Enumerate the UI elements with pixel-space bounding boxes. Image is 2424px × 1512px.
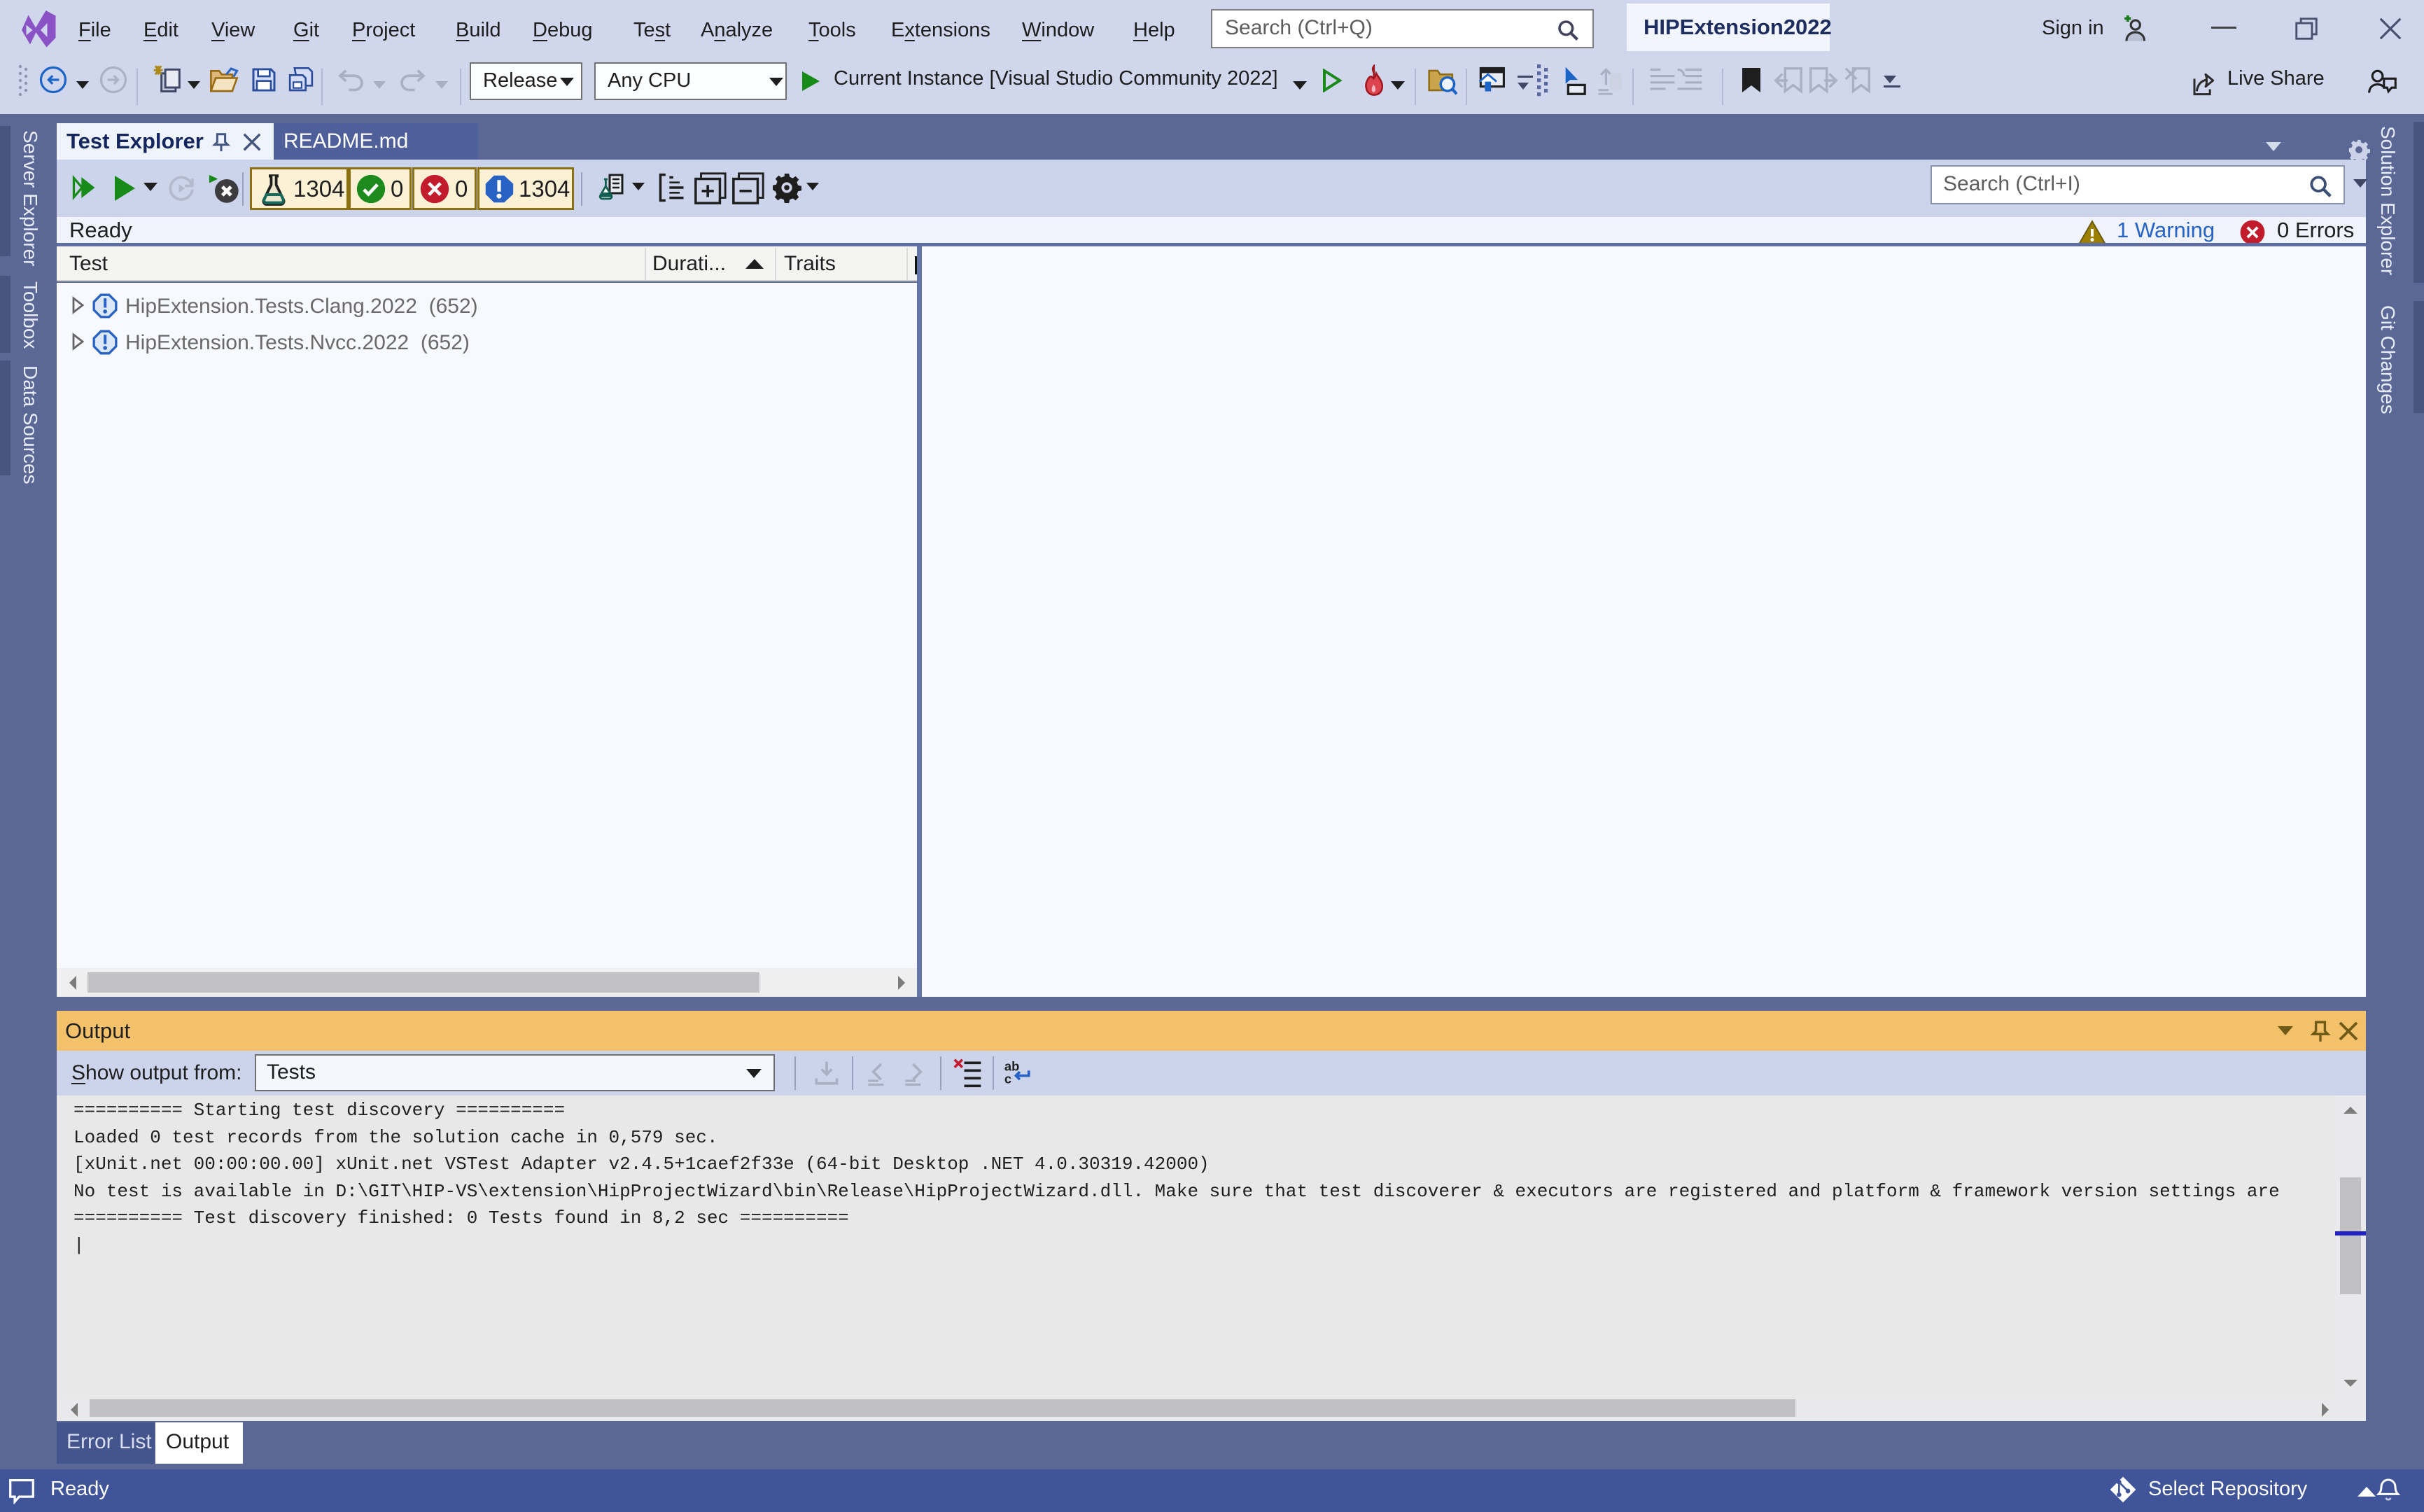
svg-text:c: c bbox=[1004, 1072, 1011, 1086]
